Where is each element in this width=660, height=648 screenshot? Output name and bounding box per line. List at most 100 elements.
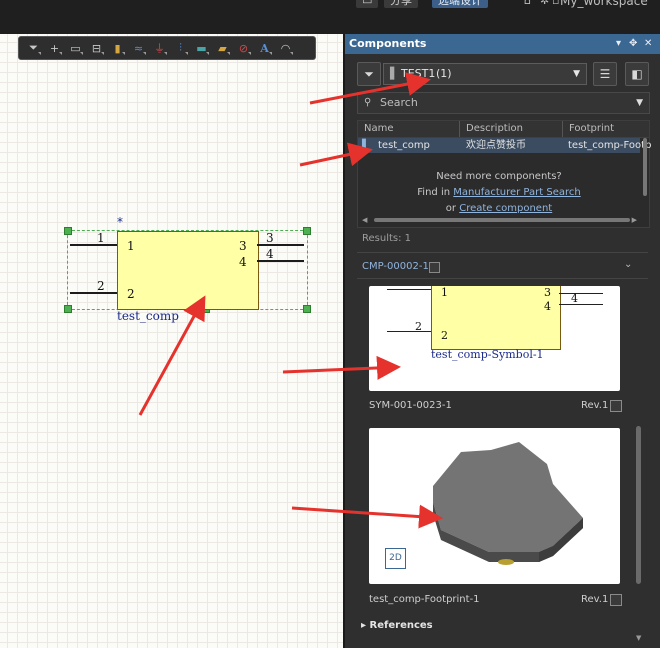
scroll-down-icon[interactable]: ▼ xyxy=(636,634,644,642)
chat-icon[interactable]: ▭ xyxy=(356,0,379,8)
create-line: or Create component xyxy=(358,203,640,214)
text-icon[interactable]: A xyxy=(254,39,275,57)
symbol-body xyxy=(431,286,561,350)
list-view-button[interactable]: ☰ xyxy=(593,62,617,86)
symbol-pin-line xyxy=(559,304,603,305)
close-icon[interactable]: ✕ xyxy=(644,34,652,54)
library-icon: ▌ xyxy=(390,67,399,80)
symbol-pin-2: 2 xyxy=(415,320,422,333)
column-name[interactable]: Name xyxy=(364,121,394,137)
chevron-down-icon[interactable]: ▼ xyxy=(636,93,643,113)
symbol-checkbox[interactable] xyxy=(610,400,622,412)
details-toggle-button[interactable]: ◧ xyxy=(625,62,649,86)
power-icon[interactable]: ⏚ xyxy=(149,39,170,57)
component-checkbox[interactable] xyxy=(429,262,440,273)
footprint-checkbox[interactable] xyxy=(610,594,622,606)
pin-2-number: 2 xyxy=(97,279,105,293)
pin-4-line[interactable] xyxy=(257,260,304,262)
list-hscrollbar[interactable] xyxy=(374,218,630,222)
home-icon[interactable]: ⌂ xyxy=(524,0,531,7)
component-list: Name Description Footprint ▌ test_comp 欢… xyxy=(357,120,651,228)
divider xyxy=(357,278,648,279)
footprint-preview[interactable]: 2D xyxy=(369,428,620,584)
list-header: Name Description Footprint xyxy=(358,121,649,138)
symbol-preview[interactable]: 1 2 2 3 4 4 test_comp-Symbol-1 xyxy=(369,286,620,391)
pin-1-line[interactable] xyxy=(70,244,117,246)
scroll-left-icon[interactable]: ◀ xyxy=(362,216,367,224)
footprint-revision: Rev.1 xyxy=(581,594,609,605)
column-description[interactable]: Description xyxy=(459,121,523,137)
schematic-canvas[interactable] xyxy=(0,34,343,648)
workspace-icon: ▫ xyxy=(552,0,560,7)
references-section[interactable]: ▸ References xyxy=(361,620,433,631)
chevron-right-icon: ▸ xyxy=(361,620,367,631)
library-count: (1) xyxy=(436,67,452,80)
footprint-caption: test_comp-Footprint-1 xyxy=(369,594,480,605)
selection-handle[interactable] xyxy=(64,305,72,313)
view-mode-toggle[interactable]: 2D xyxy=(385,548,406,569)
panel-scrollbar[interactable] xyxy=(636,426,641,584)
results-count: Results: 1 xyxy=(362,233,412,244)
footprint-3d-view xyxy=(433,442,583,565)
library-name: TEST1 xyxy=(401,67,436,80)
pin-1-label: 1 xyxy=(127,239,135,253)
symbol-pin-line xyxy=(387,331,431,332)
no-erc-icon[interactable]: ⊘ xyxy=(233,39,254,57)
wire-icon[interactable]: ≈ xyxy=(128,39,149,57)
plus-icon[interactable]: + xyxy=(44,39,65,57)
pin-4-number: 4 xyxy=(266,247,274,261)
list-scrollbar[interactable] xyxy=(643,138,647,196)
panel-header: Components ▾ ✥ ✕ xyxy=(345,34,660,54)
create-component-link[interactable]: Create component xyxy=(459,203,552,214)
remote-design-button[interactable]: 远端设计 xyxy=(432,0,488,8)
filter-icon[interactable]: ⏷ xyxy=(23,39,44,57)
table-row[interactable]: ▌ test_comp 欢迎点赞投币 test_comp-Footp xyxy=(358,138,651,153)
panel-menu-icon[interactable]: ▾ xyxy=(616,34,621,54)
share-button[interactable]: 分享 xyxy=(384,0,418,8)
search-input[interactable]: ⚲ Search ▼ xyxy=(357,92,650,114)
bus-icon[interactable]: ⫶ xyxy=(170,39,191,57)
active-bar: ⏷ + ▭ ⊟ ▮ ≈ ⏚ ⫶ ▬ ▰ ⊘ A ◠ xyxy=(18,36,316,60)
components-panel: Components ▾ ✥ ✕ ⏷ ▌ TEST1 (1) ▼ ☰ ◧ ⚲ S… xyxy=(345,34,660,648)
symbol-caption: SYM-001-0023-1 xyxy=(369,400,452,411)
manufacturer-search-link[interactable]: Manufacturer Part Search xyxy=(453,187,580,198)
top-bar: ▭ 分享 远端设计 ⌂ ✲ ▫ My_workspace xyxy=(0,0,660,34)
workspace-name[interactable]: My_workspace xyxy=(560,0,648,8)
port-icon[interactable]: ▰ xyxy=(212,39,233,57)
symbol-name: test_comp-Symbol-1 xyxy=(431,348,544,361)
symbol-pin-4: 4 xyxy=(571,292,578,305)
pin-1-number: 1 xyxy=(97,231,105,245)
component-icon[interactable]: ▮ xyxy=(107,39,128,57)
selection-handle[interactable] xyxy=(64,227,72,235)
chevron-down-icon: ▼ xyxy=(573,69,580,79)
selection-handle[interactable] xyxy=(303,227,311,235)
search-icon: ⚲ xyxy=(364,97,372,108)
scroll-right-icon[interactable]: ▶ xyxy=(632,216,637,224)
symbol-pin-line xyxy=(387,289,431,290)
collapse-icon[interactable]: ⌄ xyxy=(624,259,632,270)
divider xyxy=(357,252,648,253)
component-body[interactable] xyxy=(117,231,259,310)
pin-icon[interactable]: ✥ xyxy=(629,34,637,54)
pin-3-line[interactable] xyxy=(257,244,304,246)
arc-icon[interactable]: ◠ xyxy=(275,39,296,57)
select-rect-icon[interactable]: ▭ xyxy=(65,39,86,57)
more-title: Need more components? xyxy=(436,171,562,182)
component-designator[interactable]: test_comp xyxy=(117,309,179,323)
library-select[interactable]: ▌ TEST1 (1) ▼ xyxy=(383,63,587,85)
modified-marker: * xyxy=(117,215,123,229)
gear-icon[interactable]: ✲ xyxy=(540,0,549,7)
column-footprint[interactable]: Footprint xyxy=(562,121,614,137)
find-in-line: Find in Manufacturer Part Search xyxy=(358,187,640,198)
find-in-text: Find in xyxy=(417,187,451,198)
align-icon[interactable]: ⊟ xyxy=(86,39,107,57)
pin-2-line[interactable] xyxy=(70,292,117,294)
row-footprint: test_comp-Footp xyxy=(568,140,652,151)
net-label-icon[interactable]: ▬ xyxy=(191,39,212,57)
symbol-pin-1: 1 xyxy=(441,286,448,299)
selection-handle[interactable] xyxy=(303,305,311,313)
filter-icon: ⏷ xyxy=(364,66,374,81)
filter-button[interactable]: ⏷ xyxy=(357,62,381,86)
panel-title: Components xyxy=(349,37,427,50)
pin-2-label: 2 xyxy=(127,287,135,301)
